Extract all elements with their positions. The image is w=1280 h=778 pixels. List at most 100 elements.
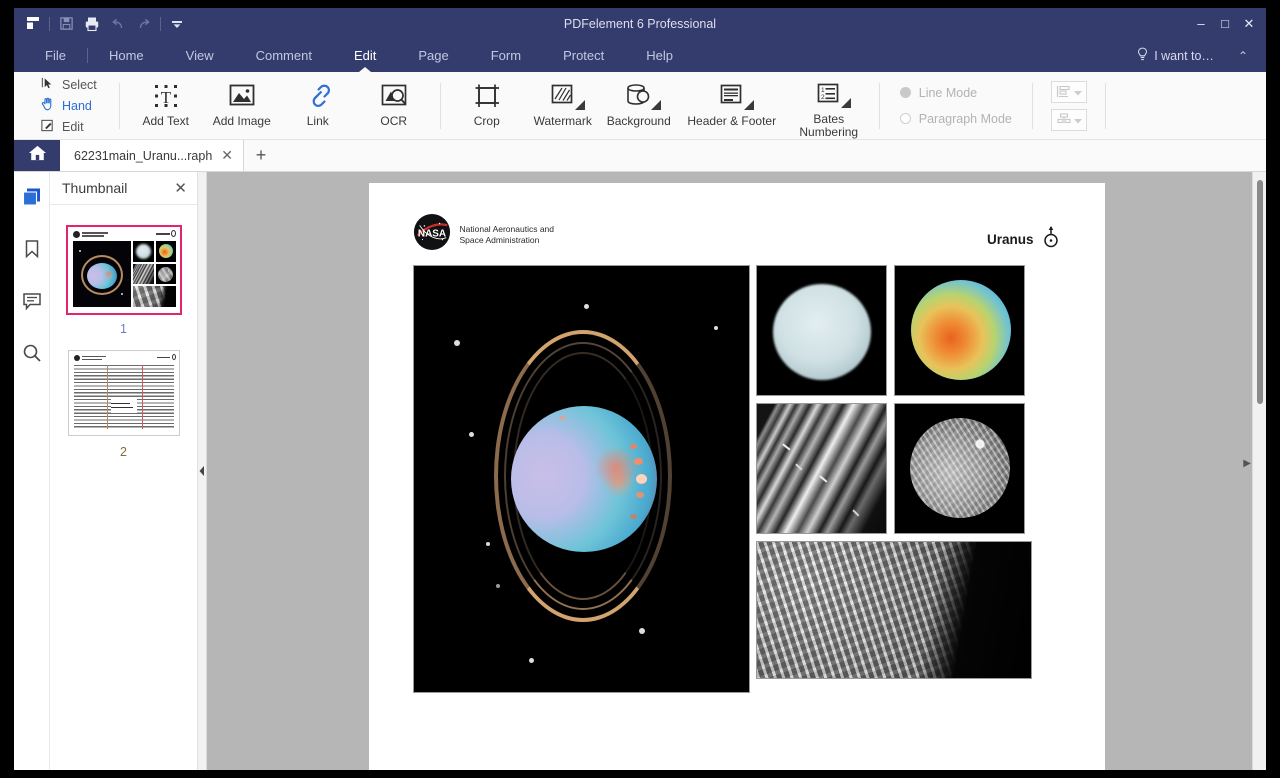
right-panel-expand-handle[interactable]: ▶ bbox=[1243, 458, 1251, 469]
ocr-button[interactable]: OCR bbox=[356, 72, 432, 139]
tool-edit[interactable]: Edit bbox=[40, 117, 97, 136]
svg-text:2: 2 bbox=[821, 94, 825, 101]
radio-filled-icon bbox=[899, 87, 911, 98]
miranda-surface-image[interactable] bbox=[755, 541, 1032, 679]
background-button[interactable]: Background bbox=[601, 72, 677, 139]
maximize-button[interactable]: □ bbox=[1214, 13, 1236, 35]
document-tab-strip: 62231main_Uranu...raph ✕ + bbox=[14, 140, 1266, 172]
cursor-arrow-icon bbox=[40, 76, 55, 94]
sidebar-item-search[interactable] bbox=[17, 338, 47, 368]
header-footer-icon bbox=[719, 81, 754, 111]
nasa-agency-line1: National Aeronautics and bbox=[459, 223, 555, 234]
sidebar-item-bookmark[interactable] bbox=[17, 234, 47, 264]
redo-icon[interactable] bbox=[131, 12, 157, 36]
collapse-ribbon-button[interactable]: ⌃ bbox=[1228, 49, 1258, 63]
distribute-dropdown[interactable] bbox=[1050, 108, 1087, 131]
menu-item-home[interactable]: Home bbox=[88, 39, 165, 72]
nasa-branding: NASA National Aeronautics and Space Admi… bbox=[413, 213, 555, 256]
thumbnail-panel-header: Thumbnail ✕ bbox=[50, 172, 197, 205]
i-want-to-button[interactable]: I want to… bbox=[1136, 47, 1224, 65]
document-tab[interactable]: 62231main_Uranu...raph ✕ bbox=[60, 140, 245, 171]
bates-numbering-button[interactable]: 1 2 Bates Numbering bbox=[787, 72, 871, 139]
menu-item-file[interactable]: File bbox=[24, 39, 87, 72]
new-tab-button[interactable]: + bbox=[244, 140, 278, 171]
menu-item-protect[interactable]: Protect bbox=[542, 39, 625, 72]
thumbnail-list[interactable]: 1 2 bbox=[50, 205, 197, 770]
uranus-true-color-image[interactable] bbox=[755, 265, 887, 396]
minimize-button[interactable]: – bbox=[1190, 13, 1212, 35]
header-footer-button[interactable]: Header & Footer bbox=[677, 72, 787, 139]
sidebar-collapse-handle[interactable] bbox=[198, 172, 207, 770]
watermark-label: Watermark bbox=[533, 114, 592, 128]
quick-access-toolbar bbox=[14, 12, 190, 36]
text-mode-group: Line Mode Paragraph Mode bbox=[888, 72, 1024, 139]
vertical-scrollbar[interactable] bbox=[1252, 172, 1266, 770]
customize-qat-icon[interactable] bbox=[164, 12, 190, 36]
menu-item-view[interactable]: View bbox=[165, 39, 235, 72]
paragraph-mode-radio[interactable]: Paragraph Mode bbox=[899, 111, 1012, 126]
uranus-false-color-image[interactable] bbox=[893, 265, 1025, 396]
header-footer-caret-icon[interactable] bbox=[743, 100, 754, 110]
image-gallery bbox=[412, 265, 1061, 693]
bates-numbering-label: Bates Numbering bbox=[799, 112, 859, 139]
watermark-caret-icon[interactable] bbox=[574, 100, 585, 110]
align-group bbox=[1041, 72, 1097, 139]
sidebar-item-comment[interactable] bbox=[17, 286, 47, 316]
nasa-agency-line2: Space Administration bbox=[459, 234, 540, 245]
svg-text:1: 1 bbox=[821, 87, 825, 94]
tool-hand[interactable]: Hand bbox=[40, 96, 97, 115]
application-window: PDFelement 6 Professional – □ ✕ File Hom… bbox=[14, 8, 1266, 770]
nasa-agency-text: National Aeronautics and Space Administr… bbox=[460, 224, 555, 246]
tool-select[interactable]: Select bbox=[40, 75, 97, 94]
menu-item-form[interactable]: Form bbox=[470, 39, 542, 72]
uranus-rings-closeup-image[interactable] bbox=[755, 403, 887, 534]
bates-numbering-caret-icon[interactable] bbox=[840, 98, 851, 108]
home-tab-button[interactable] bbox=[14, 140, 60, 171]
document-tab-close-icon[interactable]: ✕ bbox=[221, 147, 233, 164]
document-canvas[interactable]: NASA National Aeronautics and Space Admi… bbox=[207, 172, 1266, 770]
link-button[interactable]: Link bbox=[280, 72, 356, 139]
miranda-moon-image[interactable] bbox=[893, 403, 1025, 534]
ribbon-separator-1 bbox=[118, 82, 120, 129]
print-icon[interactable] bbox=[79, 12, 105, 36]
sidebar-icon-rail bbox=[14, 172, 50, 770]
menu-items: File Home View Comment Edit Page Form Pr… bbox=[14, 39, 694, 72]
undo-icon[interactable] bbox=[105, 12, 131, 36]
background-caret-icon[interactable] bbox=[651, 100, 662, 110]
thumbnail-page-1[interactable]: 1 bbox=[65, 225, 182, 336]
hand-icon bbox=[40, 97, 55, 115]
crop-button[interactable]: Crop bbox=[449, 72, 525, 139]
sidebar-item-thumbnail[interactable] bbox=[17, 182, 47, 212]
menu-item-comment[interactable]: Comment bbox=[235, 39, 333, 72]
menu-item-page[interactable]: Page bbox=[397, 39, 469, 72]
watermark-button[interactable]: Watermark bbox=[525, 72, 601, 139]
add-image-button[interactable]: Add Image bbox=[204, 72, 280, 139]
background-icon bbox=[625, 81, 662, 111]
menu-item-help[interactable]: Help bbox=[625, 39, 694, 72]
ribbon-separator-5 bbox=[1104, 82, 1106, 129]
menu-item-edit[interactable]: Edit bbox=[333, 39, 397, 72]
vertical-scrollbar-thumb[interactable] bbox=[1257, 180, 1263, 404]
add-text-button[interactable]: T Add Text bbox=[128, 72, 204, 139]
main-body: Thumbnail ✕ 1 2 NASA National Aeronautic… bbox=[14, 172, 1266, 770]
paragraph-mode-label: Paragraph Mode bbox=[918, 111, 1012, 126]
document-header: NASA National Aeronautics and Space Admi… bbox=[413, 213, 1061, 265]
line-mode-radio[interactable]: Line Mode bbox=[899, 86, 1012, 100]
thumbnail-page-number-2: 2 bbox=[120, 445, 127, 459]
align-left-dropdown[interactable] bbox=[1050, 80, 1087, 103]
thumbnail-panel-close-icon[interactable]: ✕ bbox=[174, 179, 187, 197]
ocr-icon bbox=[380, 81, 408, 111]
thumbnail-image-1[interactable] bbox=[65, 225, 182, 315]
uranus-rings-hubble-image[interactable] bbox=[412, 265, 750, 693]
thumbnail-page-2[interactable]: 2 bbox=[67, 350, 180, 459]
align-left-caret-icon bbox=[1073, 83, 1082, 101]
title-bar: PDFelement 6 Professional – □ ✕ bbox=[14, 8, 1266, 39]
close-button[interactable]: ✕ bbox=[1238, 13, 1260, 35]
thumbnail-image-2[interactable] bbox=[67, 350, 180, 436]
link-icon bbox=[304, 81, 332, 111]
ribbon-mode-group: Select Hand Edit bbox=[14, 72, 111, 139]
app-logo-icon[interactable] bbox=[20, 12, 46, 36]
save-icon[interactable] bbox=[53, 12, 79, 36]
window-title: PDFelement 6 Professional bbox=[563, 16, 717, 31]
svg-text:NASA: NASA bbox=[417, 228, 445, 239]
